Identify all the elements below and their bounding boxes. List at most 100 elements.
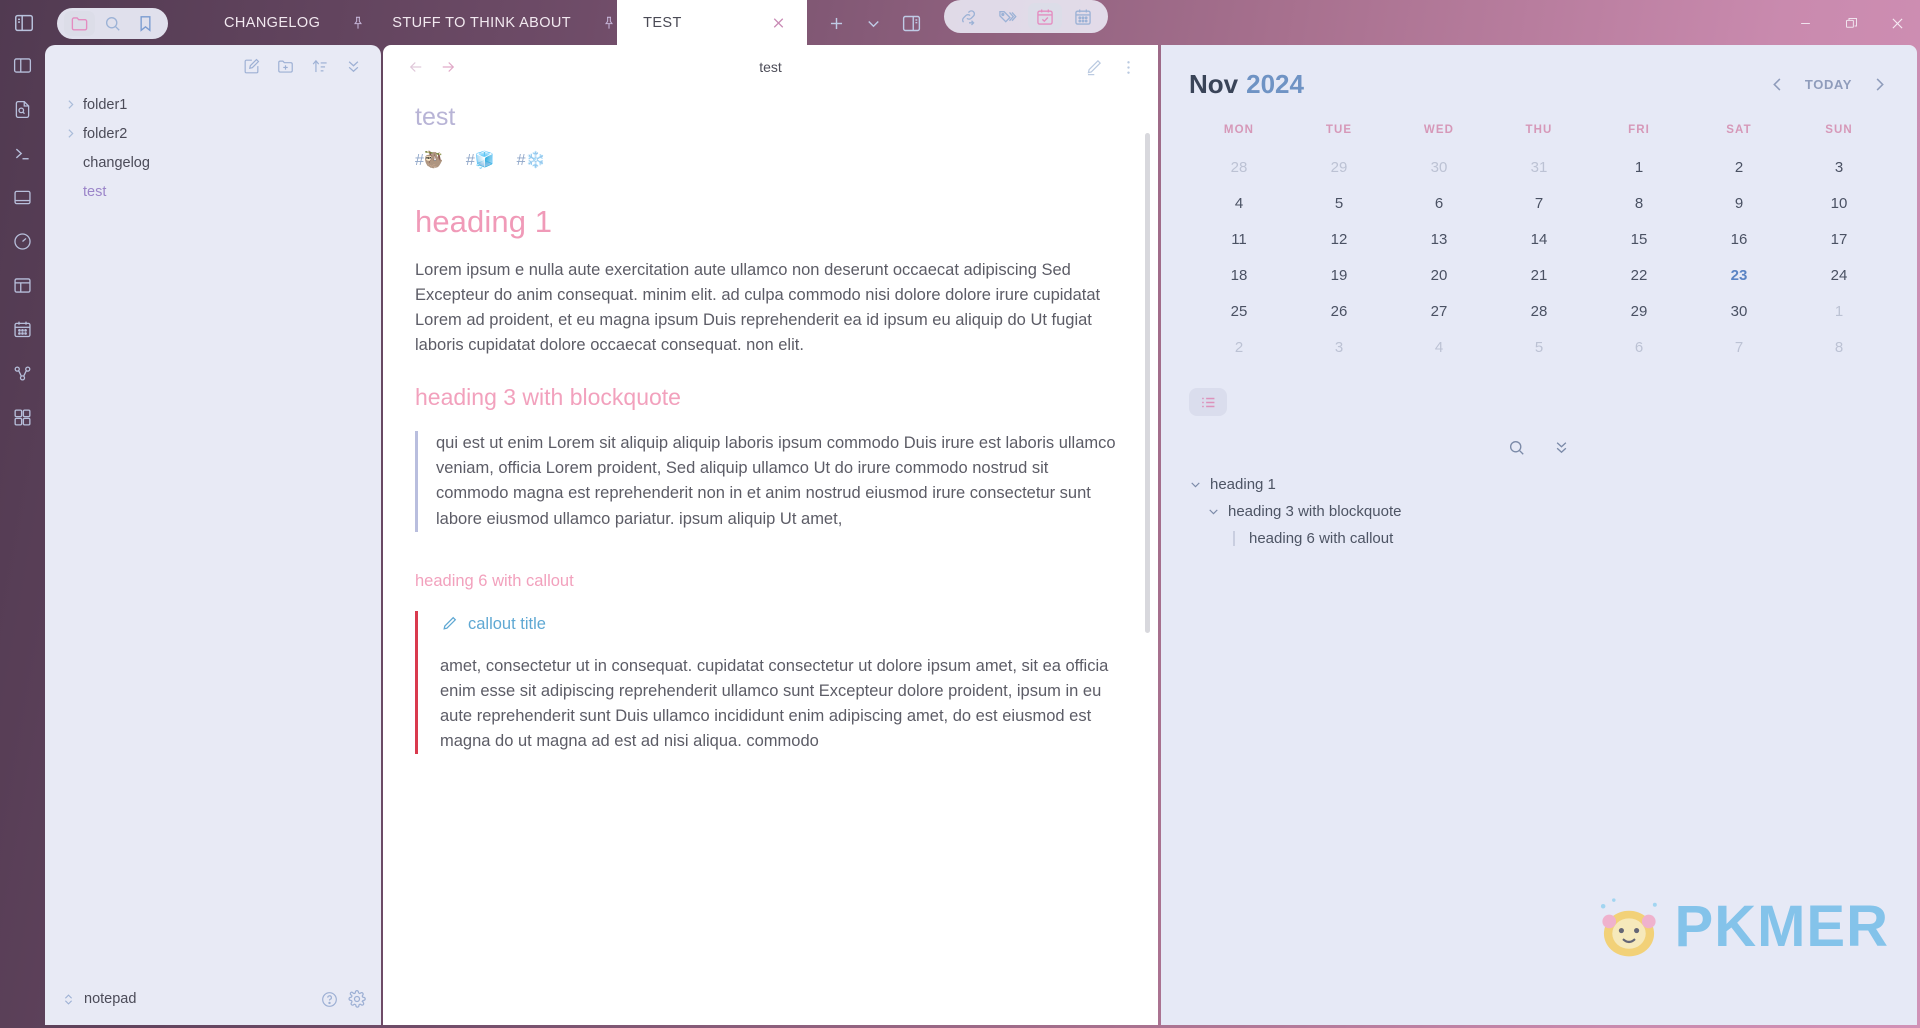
new-tab-button[interactable] (827, 14, 846, 33)
tree-item-folder1[interactable]: folder1 (45, 90, 381, 119)
calendar-day[interactable]: 5 (1489, 330, 1589, 366)
calendar-day[interactable]: 22 (1589, 258, 1689, 294)
sort-order-button[interactable] (310, 57, 329, 76)
outline-collapse-button[interactable] (1552, 438, 1571, 457)
today-button[interactable]: TODAY (1805, 77, 1852, 92)
collapse-all-button[interactable] (344, 57, 363, 76)
rail-quick-switcher-button[interactable] (8, 94, 38, 124)
calendar-day[interactable]: 4 (1389, 330, 1489, 366)
tree-item-folder2[interactable]: folder2 (45, 119, 381, 148)
new-note-button[interactable] (242, 57, 261, 76)
calendar-day[interactable]: 24 (1789, 258, 1889, 294)
calendar-day[interactable]: 28 (1489, 294, 1589, 330)
calendar-day[interactable]: 16 (1689, 222, 1789, 258)
outline-item-heading-6[interactable]: heading 6 with callout (1189, 525, 1889, 552)
calendar-day-today[interactable]: 23 (1689, 258, 1789, 294)
tag-item[interactable]: #🧊 (466, 150, 495, 170)
calendar-day[interactable]: 20 (1389, 258, 1489, 294)
rail-window-button[interactable] (8, 182, 38, 212)
prev-month-button[interactable] (1768, 75, 1787, 94)
calendar-day[interactable]: 29 (1589, 294, 1689, 330)
calendar-day[interactable]: 2 (1189, 330, 1289, 366)
vault-switcher-button[interactable] (61, 992, 76, 1007)
calendar-day[interactable]: 13 (1389, 222, 1489, 258)
calendar-day[interactable]: 8 (1589, 186, 1689, 222)
calendar-day[interactable]: 8 (1789, 330, 1889, 366)
calendar-day[interactable]: 19 (1289, 258, 1389, 294)
outline-list-button[interactable] (1189, 388, 1227, 416)
outline-item-heading-3[interactable]: heading 3 with blockquote (1189, 498, 1889, 525)
outgoing-links-button[interactable] (952, 3, 986, 30)
rail-calendar-button[interactable] (8, 314, 38, 344)
next-month-button[interactable] (1870, 75, 1889, 94)
tree-item-test[interactable]: test (45, 177, 381, 206)
calendar-day[interactable]: 26 (1289, 294, 1389, 330)
tag-item[interactable]: #🦥 (415, 150, 444, 170)
rail-dashboard-button[interactable] (8, 226, 38, 256)
toggle-right-sidebar-button[interactable] (901, 13, 922, 34)
calendar-button[interactable] (1066, 3, 1100, 30)
calendar-day[interactable]: 10 (1789, 186, 1889, 222)
more-options-button[interactable] (1119, 58, 1138, 77)
calendar-day[interactable]: 6 (1589, 330, 1689, 366)
maximize-button[interactable] (1828, 0, 1874, 46)
calendar-day[interactable]: 25 (1189, 294, 1289, 330)
tree-item-changelog[interactable]: changelog (45, 148, 381, 177)
calendar-day[interactable]: 29 (1289, 150, 1389, 186)
calendar-day[interactable]: 30 (1689, 294, 1789, 330)
calendar-day[interactable]: 27 (1389, 294, 1489, 330)
tab-changelog[interactable]: CHANGELOG (198, 0, 346, 46)
calendar-day[interactable]: 3 (1289, 330, 1389, 366)
calendar-day[interactable]: 21 (1489, 258, 1589, 294)
tag-item[interactable]: #❄️ (517, 150, 546, 170)
files-tab-button[interactable] (64, 10, 95, 36)
close-tab-button[interactable] (770, 15, 787, 32)
close-window-button[interactable] (1874, 0, 1920, 46)
calendar-day[interactable]: 31 (1489, 150, 1589, 186)
calendar-day[interactable]: 14 (1489, 222, 1589, 258)
chevron-down-icon[interactable] (1207, 505, 1220, 518)
calendar-day[interactable]: 11 (1189, 222, 1289, 258)
rail-layout-button[interactable] (8, 270, 38, 300)
search-tab-button[interactable] (97, 11, 128, 36)
settings-button[interactable] (347, 989, 367, 1009)
calendar-day[interactable]: 3 (1789, 150, 1889, 186)
bookmarks-tab-button[interactable] (130, 11, 161, 36)
chevron-down-icon[interactable] (1189, 478, 1202, 491)
help-button[interactable] (320, 990, 339, 1009)
calendar-day[interactable]: 18 (1189, 258, 1289, 294)
calendar-day[interactable]: 30 (1389, 150, 1489, 186)
rail-graph-button[interactable] (8, 358, 38, 388)
calendar-day[interactable]: 7 (1689, 330, 1789, 366)
calendar-day[interactable]: 28 (1189, 150, 1289, 186)
tags-button[interactable] (990, 3, 1024, 30)
editor-content[interactable]: test #🦥 #🧊 #❄️ heading 1 Lorem ipsum e n… (383, 79, 1158, 1025)
sidebar-toggle-button[interactable] (0, 0, 47, 46)
calendar-day[interactable]: 17 (1789, 222, 1889, 258)
calendar-day[interactable]: 2 (1689, 150, 1789, 186)
calendar-day[interactable]: 4 (1189, 186, 1289, 222)
calendar-day[interactable]: 15 (1589, 222, 1689, 258)
calendar-day[interactable]: 12 (1289, 222, 1389, 258)
edit-mode-button[interactable] (1084, 58, 1103, 77)
tab-list-button[interactable] (864, 14, 883, 33)
calendar-day[interactable]: 6 (1389, 186, 1489, 222)
calendar-day[interactable]: 7 (1489, 186, 1589, 222)
calendar-day[interactable]: 1 (1589, 150, 1689, 186)
forward-button[interactable] (439, 58, 457, 76)
rail-terminal-button[interactable] (8, 138, 38, 168)
rail-panel-left-button[interactable] (8, 50, 38, 80)
tab-stuff-to-think-about[interactable]: STUFF TO THINK ABOUT (366, 0, 597, 46)
minimize-button[interactable] (1782, 0, 1828, 46)
rail-grid-button[interactable] (8, 402, 38, 432)
new-folder-button[interactable] (276, 57, 295, 76)
calendar-day[interactable]: 1 (1789, 294, 1889, 330)
outline-search-button[interactable] (1507, 438, 1526, 457)
tasks-calendar-button[interactable] (1028, 3, 1063, 30)
outline-item-heading-1[interactable]: heading 1 (1189, 471, 1889, 498)
calendar-day[interactable]: 9 (1689, 186, 1789, 222)
calendar-day[interactable]: 5 (1289, 186, 1389, 222)
inline-title[interactable]: test (415, 103, 1118, 132)
back-button[interactable] (407, 58, 425, 76)
tab-test[interactable]: TEST (617, 0, 808, 46)
